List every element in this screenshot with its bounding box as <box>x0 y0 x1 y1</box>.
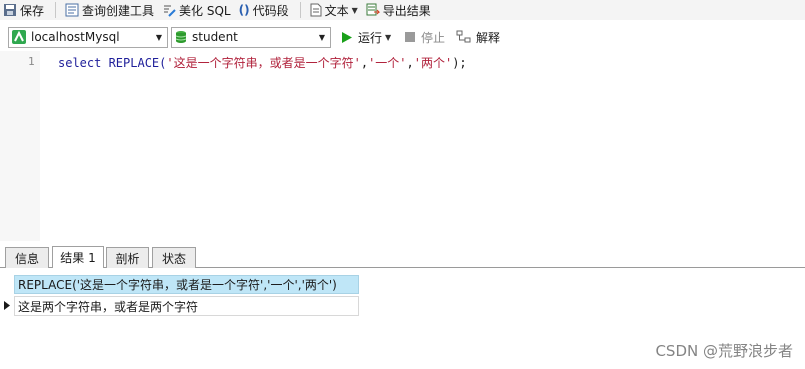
sql-code-line[interactable]: select REPLACE('这是一个字符串，或者是一个字符','一个','两… <box>58 54 467 71</box>
chevron-down-icon: ▼ <box>385 32 392 42</box>
watermark: CSDN @荒野浪步者 <box>655 342 793 360</box>
tab-info[interactable]: 信息 <box>5 247 49 268</box>
sql-string-arg: '两个' <box>413 56 453 70</box>
connection-toolbar: localhostMysql ▼ student ▼ 运行 ▼ 停止 解释 <box>0 24 805 50</box>
stop-button[interactable]: 停止 <box>405 29 445 46</box>
document-icon <box>310 3 322 17</box>
query-builder-label: 查询创建工具 <box>82 3 155 18</box>
stop-label: 停止 <box>421 30 446 45</box>
line-number: 1 <box>28 55 35 68</box>
table-row[interactable]: 这是两个字符串，或者是两个字符 <box>14 296 359 316</box>
connection-select[interactable]: localhostMysql ▼ <box>8 26 168 48</box>
connection-value: localhostMysql <box>31 30 120 44</box>
query-builder-icon <box>65 3 79 17</box>
tab-status[interactable]: 状态 <box>152 247 196 268</box>
code-snippet-button[interactable]: () 代码段 <box>236 1 292 19</box>
export-icon <box>366 3 380 16</box>
sql-comma: , <box>406 56 414 70</box>
save-button[interactable]: 保存 <box>0 1 47 19</box>
sql-comma: , <box>360 56 369 70</box>
database-value: student <box>192 30 238 44</box>
toolbar-separator <box>55 2 57 18</box>
stop-icon <box>405 32 415 42</box>
text-mode-label: 文本 <box>324 3 349 18</box>
result-tabs: 信息 结果 1 剖析 状态 <box>0 244 805 268</box>
main-toolbar: 保存 查询创建工具 美化 SQL () 代码段 文本 ▼ 导出结果 <box>0 0 805 20</box>
current-row-arrow-icon <box>4 301 10 310</box>
sql-string-arg: '一个' <box>368 56 407 70</box>
code-snippet-label: 代码段 <box>252 3 289 18</box>
text-mode-button[interactable]: 文本 ▼ <box>307 1 361 19</box>
beautify-label: 美化 SQL <box>179 3 231 18</box>
explain-label: 解释 <box>476 30 501 45</box>
beautify-sql-button[interactable]: 美化 SQL <box>159 1 234 19</box>
chevron-down-icon: ▼ <box>155 32 162 42</box>
sql-string-arg: '这是一个字符串，或者是一个字符' <box>166 56 361 70</box>
save-label: 保存 <box>20 3 45 18</box>
sql-keyword: select REPLACE( <box>58 56 167 70</box>
play-icon <box>342 31 352 43</box>
toolbar-separator <box>299 2 301 18</box>
query-builder-button[interactable]: 查询创建工具 <box>62 1 157 19</box>
beautify-icon <box>164 5 176 17</box>
explain-icon <box>456 30 471 43</box>
brackets-icon: () <box>238 3 250 17</box>
database-select[interactable]: student ▼ <box>171 26 331 48</box>
export-label: 导出结果 <box>382 3 431 18</box>
explain-button[interactable]: 解释 <box>456 29 500 46</box>
database-icon <box>175 31 187 43</box>
tab-profile[interactable]: 剖析 <box>106 247 149 268</box>
chevron-down-icon: ▼ <box>351 5 358 15</box>
tab-result-1[interactable]: 结果 1 <box>52 246 104 268</box>
save-icon <box>4 4 16 16</box>
column-header[interactable]: REPLACE('这是一个字符串，或者是一个字符','一个','两个') <box>14 275 359 294</box>
chevron-down-icon: ▼ <box>318 32 325 42</box>
run-button[interactable]: 运行 ▼ <box>341 29 391 46</box>
connection-icon <box>12 30 26 44</box>
sql-closing: ); <box>452 56 467 70</box>
sql-editor[interactable]: 1 select REPLACE('这是一个字符串，或者是一个字符','一个',… <box>0 51 805 241</box>
run-label: 运行 <box>358 30 383 45</box>
export-results-button[interactable]: 导出结果 <box>363 1 434 19</box>
line-gutter: 1 <box>0 51 40 241</box>
